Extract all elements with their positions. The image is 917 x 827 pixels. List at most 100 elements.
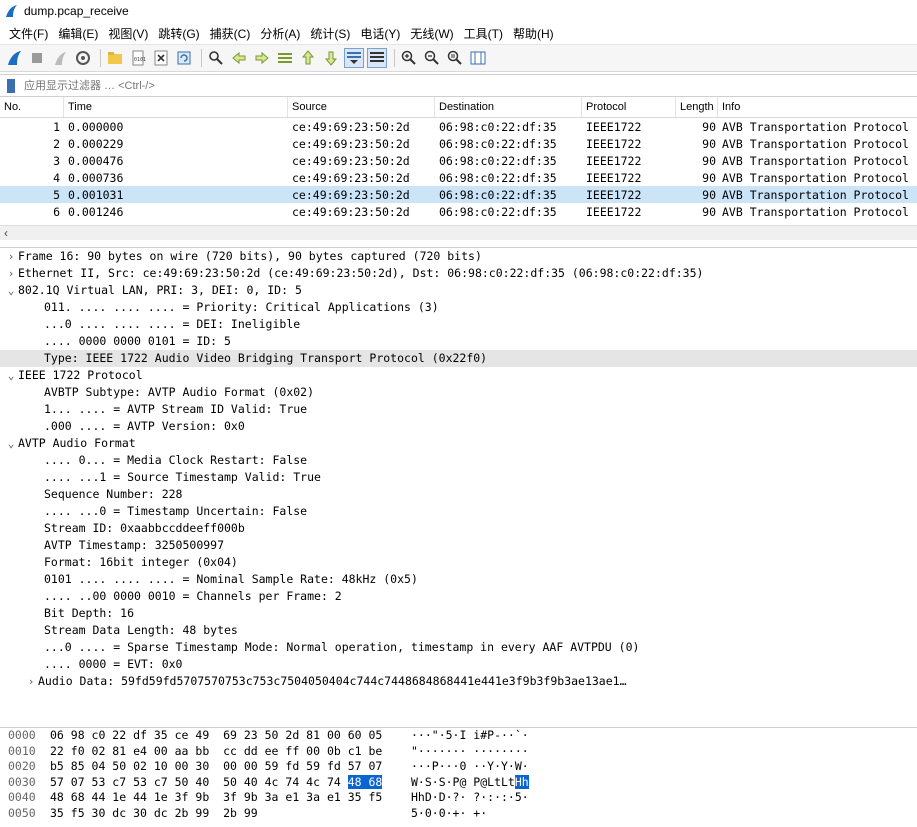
go-back-button[interactable] <box>229 48 249 68</box>
menu-help[interactable]: 帮助(H) <box>508 25 559 42</box>
menu-view[interactable]: 视图(V) <box>103 25 153 42</box>
column-header-protocol[interactable]: Protocol <box>582 97 676 117</box>
tree-field[interactable]: Bit Depth: 16 <box>0 605 917 622</box>
tree-field[interactable]: .... ...1 = Source Timestamp Valid: True <box>0 469 917 486</box>
menu-edit[interactable]: 编辑(E) <box>53 25 103 42</box>
cell-source: ce:49:69:23:50:2d <box>292 136 410 151</box>
ascii-bytes[interactable]: ···"·5·I i#P-··`· <box>411 728 551 744</box>
hex-bytes[interactable]: 35 f5 30 dc 30 dc 2b 99 2b 99 <box>50 806 411 822</box>
scroll-left-icon[interactable]: ‹ <box>4 226 8 240</box>
colorize-button[interactable] <box>367 48 387 68</box>
save-file-button[interactable]: 0101 <box>128 48 148 68</box>
bookmark-icon[interactable] <box>6 79 16 93</box>
find-packet-button[interactable] <box>206 48 226 68</box>
resize-columns-button[interactable] <box>468 48 488 68</box>
column-header-destination[interactable]: Destination <box>435 97 582 117</box>
tree-field[interactable]: ...0 .... .... .... = DEI: Ineligible <box>0 316 917 333</box>
tree-field[interactable]: 1... .... = AVTP Stream ID Valid: True <box>0 401 917 418</box>
tree-field[interactable]: Stream Data Length: 48 bytes <box>0 622 917 639</box>
restart-capture-button[interactable] <box>50 48 70 68</box>
reload-file-button[interactable] <box>174 48 194 68</box>
tree-node[interactable]: › Audio Data: 59fd59fd5707570753c753c7504… <box>0 673 917 690</box>
tree-field[interactable]: .... 0000 0000 0101 = ID: 5 <box>0 333 917 350</box>
zoom-out-button[interactable] <box>422 48 442 68</box>
go-forward-button[interactable] <box>252 48 272 68</box>
hex-bytes[interactable]: 48 68 44 1e 44 1e 3f 9b 3f 9b 3a e1 3a e… <box>50 790 411 806</box>
cell-source: ce:49:69:23:50:2d <box>292 153 410 168</box>
reload-icon <box>177 51 191 65</box>
hex-bytes[interactable]: 06 98 c0 22 df 35 ce 49 69 23 50 2d 81 0… <box>50 728 411 744</box>
zoom-normal-button[interactable] <box>445 48 465 68</box>
packet-row[interactable]: 4 0.000736 ce:49:69:23:50:2d 06:98:c0:22:df… <box>0 169 917 186</box>
collapsed-chevron-icon[interactable]: › <box>4 248 18 265</box>
column-header-source[interactable]: Source <box>288 97 435 117</box>
column-header-length[interactable]: Length <box>676 97 718 117</box>
tree-field[interactable]: AVTP Timestamp: 3250500997 <box>0 537 917 554</box>
ascii-bytes[interactable]: HhD·D·?· ?·:·:·5· <box>411 790 551 806</box>
packet-row[interactable]: 1 0.000000 ce:49:69:23:50:2d 06:98:c0:22:df… <box>0 118 917 135</box>
open-file-button[interactable] <box>105 48 125 68</box>
tree-node[interactable]: ⌄ 802.1Q Virtual LAN, PRI: 3, DEI: 0, ID:… <box>0 282 917 299</box>
cell-length: 90 <box>702 204 716 219</box>
expanded-chevron-icon[interactable]: ⌄ <box>4 367 18 384</box>
collapsed-chevron-icon[interactable]: › <box>24 673 38 690</box>
menu-analyze[interactable]: 分析(A) <box>255 25 305 42</box>
cell-destination: 06:98:c0:22:df:35 <box>439 187 557 202</box>
tree-node[interactable]: ⌄ AVTP Audio Format <box>0 435 917 452</box>
packet-row[interactable]: 5 0.001031 ce:49:69:23:50:2d 06:98:c0:22:df… <box>0 186 917 203</box>
tree-field[interactable]: Format: 16bit integer (0x04) <box>0 554 917 571</box>
hex-dump-row: 0000 06 98 c0 22 df 35 ce 49 69 23 50 2d … <box>0 728 917 744</box>
first-packet-button[interactable] <box>298 48 318 68</box>
tree-field[interactable]: 011. .... .... .... = Priority: Critical… <box>0 299 917 316</box>
column-header-no[interactable]: No. <box>0 97 64 117</box>
stop-capture-button[interactable] <box>27 48 47 68</box>
tree-field[interactable]: Sequence Number: 228 <box>0 486 917 503</box>
ascii-bytes[interactable]: "······· ········ <box>411 744 551 760</box>
expanded-chevron-icon[interactable]: ⌄ <box>4 435 18 452</box>
tree-field[interactable]: 0101 .... .... .... = Nominal Sample Rat… <box>0 571 917 588</box>
go-to-packet-button[interactable] <box>275 48 295 68</box>
tree-node[interactable]: › Ethernet II, Src: ce:49:69:23:50:2d (ce… <box>0 265 917 282</box>
packet-row[interactable]: 3 0.000476 ce:49:69:23:50:2d 06:98:c0:22:df… <box>0 152 917 169</box>
column-header-time[interactable]: Time <box>64 97 288 117</box>
display-filter-input[interactable] <box>22 79 906 93</box>
autoscroll-button[interactable] <box>344 48 364 68</box>
packet-row[interactable]: 6 0.001246 ce:49:69:23:50:2d 06:98:c0:22:df… <box>0 203 917 220</box>
hex-bytes[interactable]: b5 85 04 50 02 10 00 30 00 00 59 fd 59 f… <box>50 759 411 775</box>
cell-time: 0.001246 <box>68 204 124 219</box>
zoom-in-button[interactable] <box>399 48 419 68</box>
tree-field[interactable]: .... ...0 = Timestamp Uncertain: False <box>0 503 917 520</box>
capture-options-button[interactable] <box>73 48 93 68</box>
menu-telephony[interactable]: 电话(Y) <box>355 25 405 42</box>
tree-field[interactable]: AVBTP Subtype: AVTP Audio Format (0x02) <box>0 384 917 401</box>
menu-file[interactable]: 文件(F) <box>4 25 53 42</box>
packet-list-horizontal-scrollbar[interactable]: ‹ <box>0 225 917 240</box>
tree-field[interactable]: Stream ID: 0xaabbccddeeff000b <box>0 520 917 537</box>
expanded-chevron-icon[interactable]: ⌄ <box>4 282 18 299</box>
tree-node[interactable]: ⌄ IEEE 1722 Protocol <box>0 367 917 384</box>
menu-tools[interactable]: 工具(T) <box>459 25 508 42</box>
tree-field[interactable]: .000 .... = AVTP Version: 0x0 <box>0 418 917 435</box>
cell-no: 6 <box>53 204 60 219</box>
last-packet-button[interactable] <box>321 48 341 68</box>
menu-go[interactable]: 跳转(G) <box>153 25 204 42</box>
tree-field[interactable]: .... ..00 0000 0010 = Channels per Frame… <box>0 588 917 605</box>
tree-field[interactable]: Type: IEEE 1722 Audio Video Bridging Tra… <box>0 350 917 367</box>
ascii-bytes[interactable]: 5·0·0·+· +· <box>411 806 551 822</box>
column-header-info[interactable]: Info <box>718 97 917 117</box>
start-capture-button[interactable] <box>4 48 24 68</box>
packet-row[interactable]: 2 0.000229 ce:49:69:23:50:2d 06:98:c0:22:df… <box>0 135 917 152</box>
tree-field[interactable]: ...0 .... = Sparse Timestamp Mode: Norma… <box>0 639 917 656</box>
tree-node[interactable]: › Frame 16: 90 bytes on wire (720 bits), … <box>0 248 917 265</box>
menu-statistics[interactable]: 统计(S) <box>305 25 355 42</box>
menu-wireless[interactable]: 无线(W) <box>405 25 458 42</box>
hex-bytes[interactable]: 57 07 53 c7 53 c7 50 40 50 40 4c 74 4c 7… <box>50 774 411 791</box>
tree-field[interactable]: .... 0000 = EVT: 0x0 <box>0 656 917 673</box>
close-file-button[interactable] <box>151 48 171 68</box>
tree-field[interactable]: .... 0... = Media Clock Restart: False <box>0 452 917 469</box>
hex-bytes[interactable]: 22 f0 02 81 e4 00 aa bb cc dd ee ff 00 0… <box>50 744 411 760</box>
collapsed-chevron-icon[interactable]: › <box>4 265 18 282</box>
ascii-bytes[interactable]: ···P···0 ··Y·Y·W· <box>411 759 551 775</box>
ascii-bytes[interactable]: W·S·S·P@ P@LtLtHh <box>411 774 551 791</box>
menu-capture[interactable]: 捕获(C) <box>205 25 256 42</box>
